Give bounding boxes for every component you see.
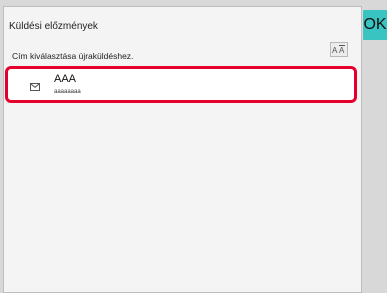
svg-text:A: A [339,46,345,55]
svg-text:A: A [332,46,338,55]
email-icon [30,83,40,91]
history-item-aaa[interactable]: AAA aaaaaaaa [5,66,357,103]
history-item-address: aaaaaaaa [54,89,81,95]
ok-button[interactable]: OK [363,10,387,40]
history-panel: Küldési előzmények Cím kiválasztása újra… [3,6,362,293]
page-title: Küldési előzmények [9,21,98,32]
history-item-name: AAA [54,73,77,85]
screen: Küldési előzmények Cím kiválasztása újra… [0,0,387,293]
sort-button[interactable]: A A [330,42,348,57]
instruction-text: Cím kiválasztása újraküldéshez. [12,51,134,61]
sort-az-icon: A A [331,44,347,55]
